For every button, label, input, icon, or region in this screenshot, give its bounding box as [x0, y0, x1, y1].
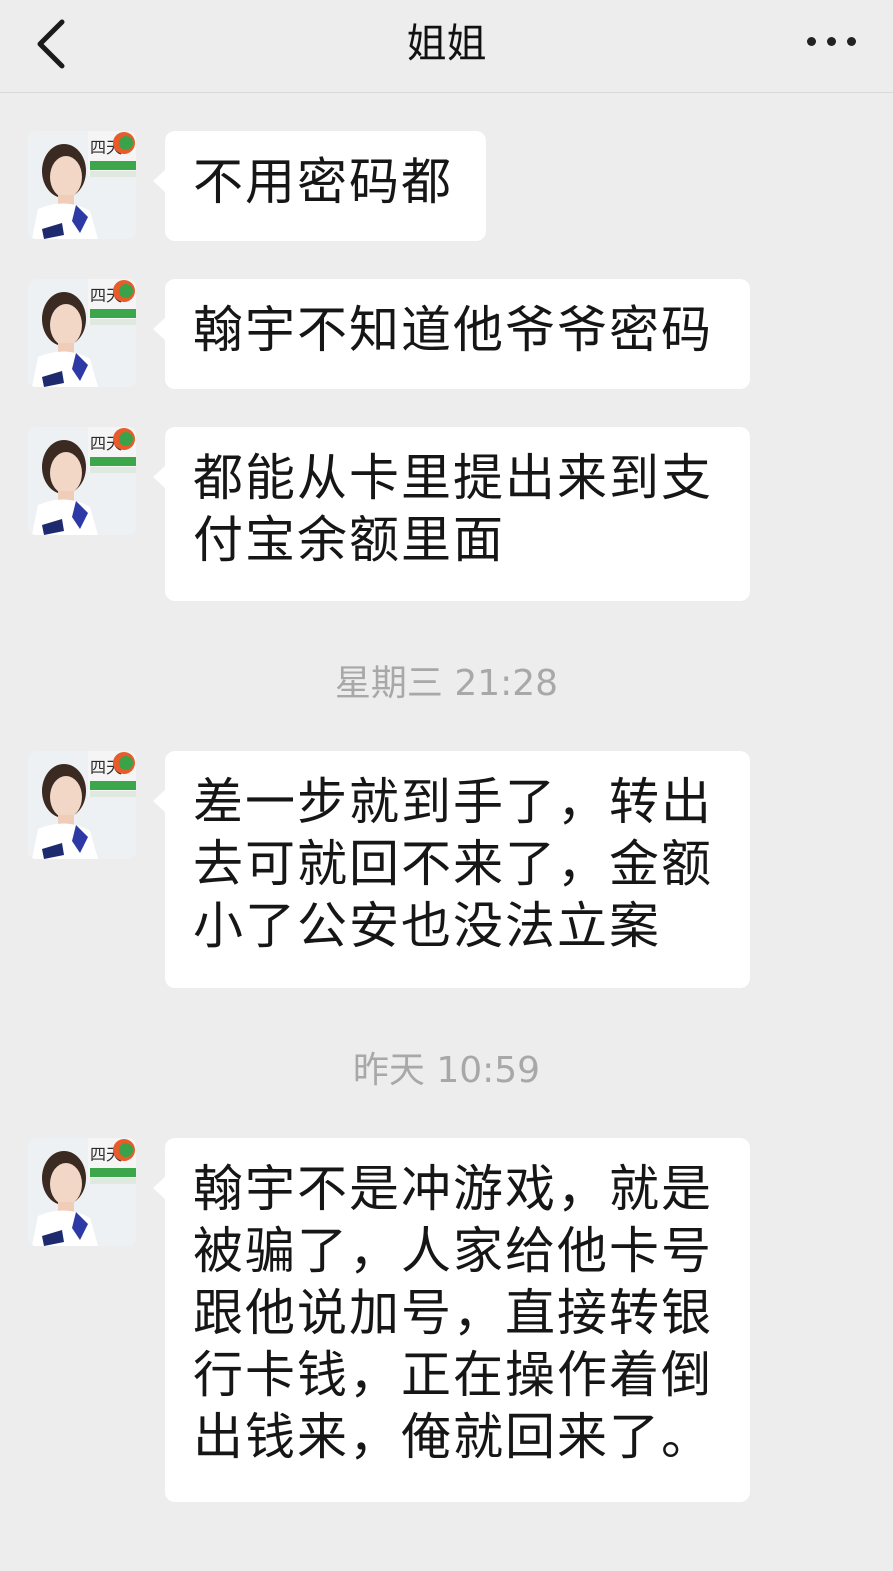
message-row: 四天 翰宇不知道他爷爷密码: [0, 279, 893, 389]
message-row: 四天 都能从卡里提出来到支付宝余额里面: [0, 427, 893, 601]
timestamp: 星期三 21:28: [334, 663, 559, 704]
avatar[interactable]: 四天: [28, 751, 136, 859]
message-row: 四天 不用密码都: [0, 131, 893, 241]
message-bubble[interactable]: 差一步就到手了，转出去可就回不来了，金额小了公安也没法立案: [153, 751, 750, 988]
avatar-photo: 四天: [28, 279, 136, 387]
message-bubble[interactable]: 翰宇不是冲游戏，就是被骗了，人家给他卡号跟他说加号，直接转银行卡钱，正在操作着倒…: [153, 1138, 750, 1502]
message-text: 都能从卡里提出来到支付宝余额里面: [193, 449, 713, 569]
timestamp: 昨天 10:59: [352, 1050, 541, 1091]
chat-title: 姐姐: [406, 21, 487, 67]
message-bubble[interactable]: 都能从卡里提出来到支付宝余额里面: [153, 427, 750, 601]
more-options-button[interactable]: [805, 20, 865, 64]
avatar-photo: 四天: [28, 427, 136, 535]
avatar[interactable]: 四天: [28, 131, 136, 239]
avatar[interactable]: 四天: [28, 1138, 136, 1246]
message-bubble[interactable]: 不用密码都: [153, 131, 486, 241]
avatar[interactable]: 四天: [28, 427, 136, 535]
chat-header: 姐姐: [0, 0, 893, 93]
message-text: 翰宇不是冲游戏，就是被骗了，人家给他卡号跟他说加号，直接转银行卡钱，正在操作着倒…: [193, 1160, 713, 1466]
message-bubble[interactable]: 翰宇不知道他爷爷密码: [153, 279, 750, 389]
avatar-photo: 四天: [28, 131, 136, 239]
avatar-photo: 四天: [28, 751, 136, 859]
message-row: 四天 差一步就到手了，转出去可就回不来了，金额小了公安也没法立案: [0, 751, 893, 988]
avatar-photo: 四天: [28, 1138, 136, 1246]
message-text: 翰宇不知道他爷爷密码: [193, 301, 713, 359]
message-text: 差一步就到手了，转出去可就回不来了，金额小了公安也没法立案: [193, 773, 713, 955]
message-text: 不用密码都: [193, 153, 453, 211]
message-row: 四天 翰宇不是冲游戏，就是被骗了，人家给他卡号跟他说加号，直接转银行卡钱，正在操…: [0, 1138, 893, 1502]
avatar[interactable]: 四天: [28, 279, 136, 387]
